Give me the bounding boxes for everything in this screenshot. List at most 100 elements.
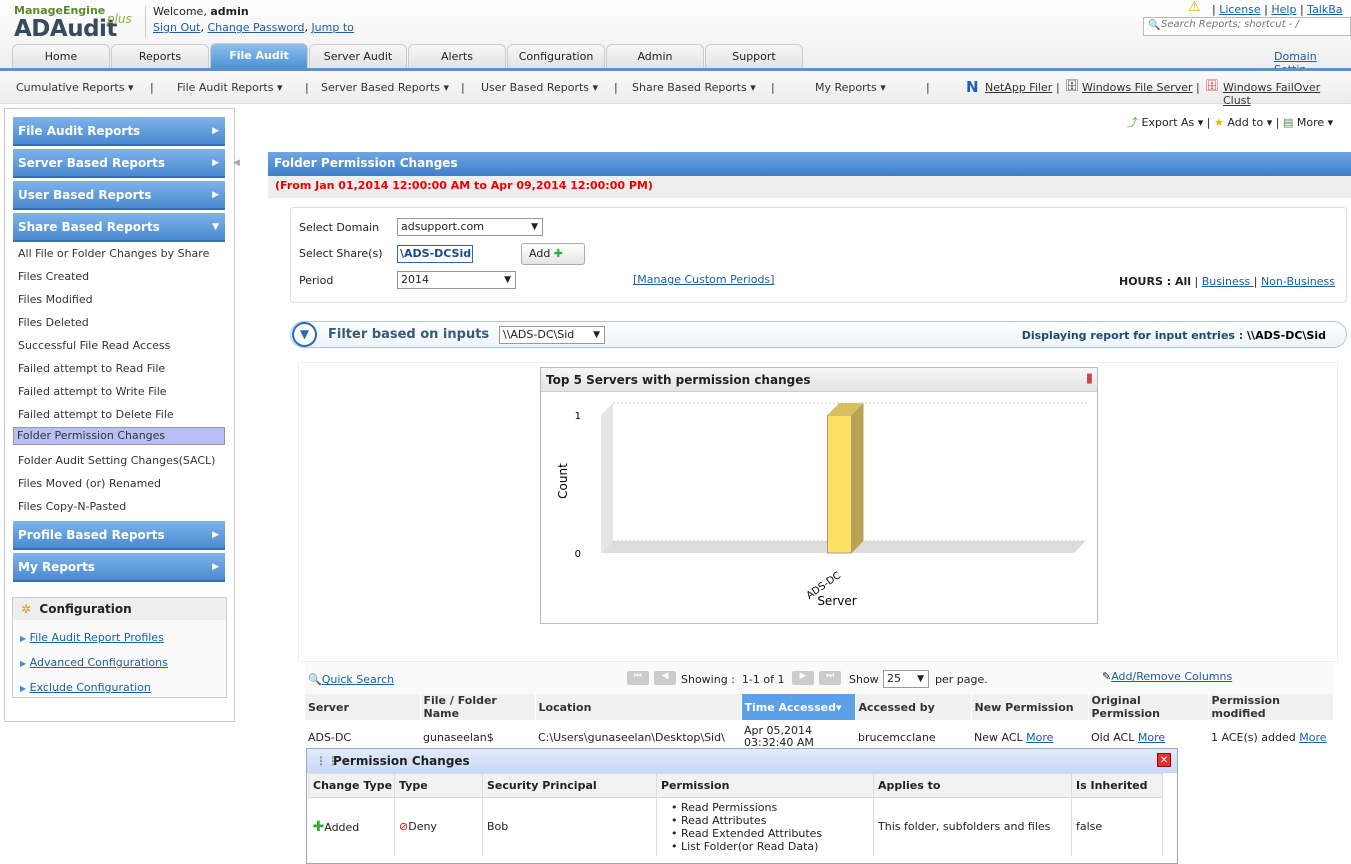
chart-type-icon[interactable]: ▮ — [1086, 371, 1093, 386]
first-page-button[interactable]: ⏮ — [627, 671, 649, 685]
menu-server-based-reports[interactable]: Server Based Reports ▾ — [321, 81, 449, 94]
period-label: Period — [299, 274, 334, 287]
drag-handle-icon[interactable]: ⋮⋮ — [315, 749, 339, 773]
advanced-configurations-link[interactable]: Advanced Configurations — [30, 656, 168, 669]
star-icon: ★ — [1214, 116, 1224, 129]
sidebar-item[interactable]: Files Deleted — [13, 312, 225, 334]
permission-modified-more-link[interactable]: More — [1299, 731, 1326, 744]
tab-admin[interactable]: Admin — [606, 44, 704, 69]
sidebar-item[interactable]: Files Created — [13, 266, 225, 288]
sidebar-section-my-reports[interactable]: My Reports ▶ — [13, 553, 225, 582]
new-permission-more-link[interactable]: More — [1026, 731, 1053, 744]
period-select[interactable]: 2014 ▼ — [397, 271, 516, 289]
more-menu[interactable]: More ▾ — [1297, 116, 1333, 129]
tab-configuration[interactable]: Configuration — [507, 44, 605, 69]
col-location[interactable]: Location — [535, 694, 742, 720]
tab-support[interactable]: Support — [705, 44, 803, 69]
filter-label: Filter based on inputs — [328, 327, 490, 342]
business-hours-link[interactable]: Business — [1202, 275, 1254, 288]
col-server[interactable]: Server — [305, 694, 421, 720]
netapp-filer-link[interactable]: NetApp Filer — [985, 81, 1052, 94]
sidebar-item[interactable]: Failed attempt to Delete File — [13, 404, 225, 426]
jump-to-link[interactable]: Jump to — [311, 21, 353, 34]
per-page-select[interactable]: 25 ▼ — [883, 670, 929, 688]
tab-server-audit[interactable]: Server Audit — [309, 44, 407, 69]
share-input[interactable]: \ADS-DCSid — [397, 245, 473, 263]
sidebar-section-file-audit-reports[interactable]: File Audit Reports ▶ — [13, 117, 225, 146]
tab-file-audit[interactable]: File Audit — [210, 43, 308, 69]
warning-icon[interactable]: ⚠ — [1188, 0, 1201, 15]
sidebar-item[interactable]: Files Modified — [13, 289, 225, 311]
original-permission-more-link[interactable]: More — [1138, 731, 1165, 744]
col-time-accessed[interactable]: Time Accessed▾ — [741, 694, 856, 720]
divider — [145, 6, 146, 38]
sidebar-item[interactable]: Files Copy-N-Pasted — [13, 496, 225, 518]
tab-alerts[interactable]: Alerts — [408, 44, 506, 69]
add-remove-columns[interactable]: ✎Add/Remove Columns — [1102, 670, 1232, 683]
menu-file-audit-reports[interactable]: File Audit Reports ▾ — [177, 81, 282, 94]
sidebar-item[interactable]: Successful File Read Access — [13, 335, 225, 357]
sidebar-item[interactable]: Files Moved (or) Renamed — [13, 473, 225, 495]
prev-page-button[interactable]: ◀ — [654, 671, 676, 685]
configuration-title: Configuration — [39, 602, 132, 616]
share-label: Select Share(s) — [299, 247, 383, 260]
sidebar-section-profile-based-reports[interactable]: Profile Based Reports ▶ — [13, 521, 225, 550]
netapp-icon: N — [966, 78, 979, 96]
export-as-menu[interactable]: Export As ▾ — [1142, 116, 1204, 129]
sidebar-item[interactable]: Failed attempt to Read File — [13, 358, 225, 380]
exclude-configuration-link[interactable]: Exclude Configuration — [30, 681, 151, 694]
add-to-menu[interactable]: Add to ▾ — [1227, 116, 1272, 129]
search-input[interactable] — [1161, 19, 1349, 30]
sign-out-link[interactable]: Sign Out — [153, 21, 200, 34]
quick-search[interactable]: 🔍Quick Search — [308, 673, 394, 686]
menu-share-based-reports[interactable]: Share Based Reports ▾ — [632, 81, 756, 94]
col-permission-modified[interactable]: Permission modified — [1208, 694, 1334, 720]
col-file-folder-name[interactable]: File / Folder Name — [420, 694, 536, 720]
license-link[interactable]: License — [1219, 3, 1260, 16]
menu-cumulative-reports[interactable]: Cumulative Reports ▾ — [16, 81, 134, 94]
tab-home[interactable]: Home — [12, 44, 110, 69]
collapse-sidebar-icon[interactable]: ◀ — [233, 158, 240, 168]
col-original-permission[interactable]: Original Permission — [1088, 694, 1209, 720]
col-accessed-by[interactable]: Accessed by — [855, 694, 972, 720]
menu-user-based-reports[interactable]: User Based Reports ▾ — [481, 81, 598, 94]
sidebar-section-share-based-reports[interactable]: Share Based Reports ▼ — [13, 213, 225, 242]
report-date-range: (From Jan 01,2014 12:00:00 AM to Apr 09,… — [268, 176, 1351, 198]
windows-file-server-link[interactable]: Windows File Server — [1082, 81, 1193, 94]
report-title: Folder Permission Changes — [268, 152, 1351, 176]
manage-custom-periods-link[interactable]: [Manage Custom Periods] — [633, 273, 774, 286]
tab-reports[interactable]: Reports — [111, 44, 209, 69]
logo-plus: plus — [107, 12, 132, 26]
search-box[interactable]: 🔍 — [1143, 17, 1351, 36]
next-page-button[interactable]: ▶ — [792, 671, 814, 685]
hours-all[interactable]: All — [1175, 275, 1191, 288]
app-header: ManageEngine ADAudit plus Welcome, admin… — [0, 0, 1351, 76]
close-icon[interactable]: ✕ — [1157, 753, 1171, 767]
col-applies-to: Applies to — [873, 773, 1072, 798]
windows-failover-cluster-link[interactable]: Windows FailOver Clust — [1223, 81, 1351, 107]
file-audit-report-profiles-link[interactable]: File Audit Report Profiles — [30, 631, 164, 644]
welcome-text: Welcome, admin — [153, 5, 249, 18]
col-new-permission[interactable]: New Permission — [971, 694, 1089, 720]
sidebar-item[interactable]: Folder Permission Changes — [13, 427, 225, 445]
non-business-hours-link[interactable]: Non-Business — [1261, 275, 1335, 288]
add-share-button[interactable]: Add ✚ — [521, 243, 585, 265]
filter-bar: ▼ Filter based on inputs \\ADS-DC\Sid ▼ D… — [290, 321, 1347, 348]
change-password-link[interactable]: Change Password — [207, 21, 304, 34]
sidebar-section-user-based-reports[interactable]: User Based Reports ▶ — [13, 181, 225, 210]
sidebar-item[interactable]: Failed attempt to Write File — [13, 381, 225, 403]
menu-my-reports[interactable]: My Reports ▾ — [815, 81, 886, 94]
domain-select[interactable]: adsupport.com ▼ — [397, 218, 543, 236]
col-permission: Permission — [656, 773, 874, 798]
filter-select[interactable]: \\ADS-DC\Sid ▼ — [499, 326, 605, 344]
gear-icon: ✲ — [21, 602, 32, 616]
help-link[interactable]: Help — [1271, 3, 1296, 16]
sidebar-item[interactable]: Folder Audit Setting Changes(SACL) — [13, 450, 225, 472]
sidebar-section-server-based-reports[interactable]: Server Based Reports ▶ — [13, 149, 225, 178]
failover-cluster-icon: 🗄 — [1205, 79, 1219, 92]
talkback-link[interactable]: TalkBa — [1307, 3, 1342, 16]
sidebar-item[interactable]: All File or Folder Changes by Share — [13, 243, 225, 265]
bar-side — [851, 403, 864, 553]
y-tick-label: 0 — [575, 549, 581, 560]
last-page-button[interactable]: ⏭ — [819, 671, 841, 685]
